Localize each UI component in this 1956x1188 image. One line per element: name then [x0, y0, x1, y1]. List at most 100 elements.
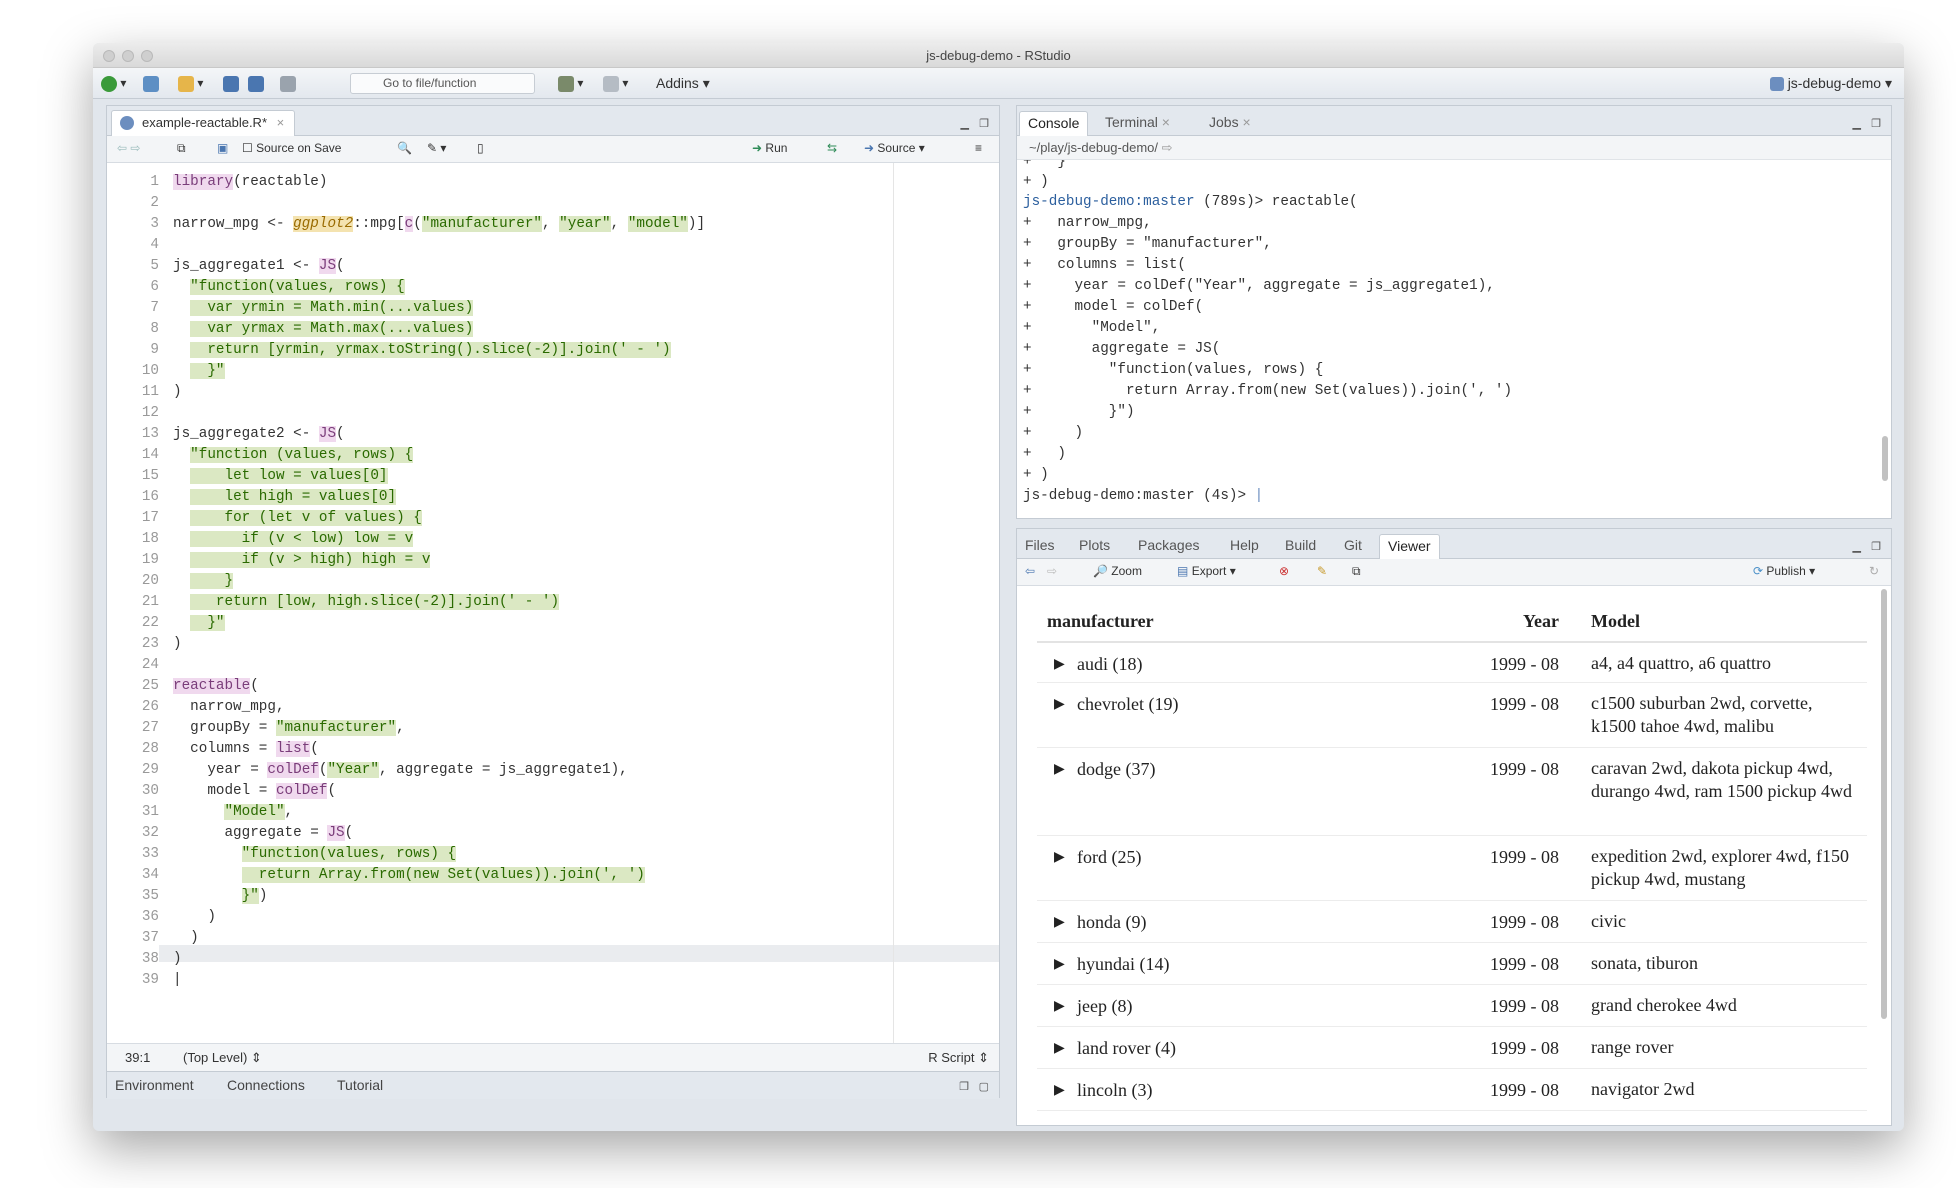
- export-button[interactable]: ▤ Export ▾: [1177, 563, 1236, 580]
- zoom-window-button[interactable]: [141, 50, 153, 62]
- expand-arrow-icon[interactable]: ▶: [1054, 956, 1065, 974]
- new-file-icon[interactable]: ▾: [101, 75, 126, 92]
- tab-git[interactable]: Git: [1336, 534, 1370, 559]
- tab-jobs[interactable]: Jobs ×: [1201, 111, 1259, 136]
- expand-arrow-icon[interactable]: ▶: [1054, 998, 1065, 1016]
- maximize-console-icon[interactable]: ❐: [1871, 117, 1881, 130]
- table-row[interactable]: ▶ lincoln (3) 1999 - 08 navigator 2wd: [1037, 1069, 1867, 1111]
- print-margin: [893, 163, 894, 1043]
- tab-console[interactable]: Console: [1019, 111, 1089, 136]
- tab-plots[interactable]: Plots: [1071, 534, 1118, 559]
- console-scrollbar[interactable]: [1882, 436, 1888, 481]
- editor-toolbar: ⇦ ⇨ ⧉ ▣ ☐ Source on Save 🔍 ✎ ▾ ▯ ➜ Run ⇆…: [107, 136, 999, 163]
- new-project-icon[interactable]: [143, 75, 159, 92]
- forward-icon[interactable]: ⇨: [1047, 563, 1057, 580]
- table-row[interactable]: ▶ hyundai (14) 1999 - 08 sonata, tiburon: [1037, 943, 1867, 985]
- back-icon[interactable]: ⇦: [1025, 563, 1035, 580]
- layout-icon[interactable]: ▾: [603, 75, 628, 92]
- expand-arrow-icon[interactable]: ▶: [1054, 656, 1065, 674]
- expand-arrow-icon[interactable]: ▶: [1054, 761, 1065, 779]
- window-title: js-debug-demo - RStudio: [926, 48, 1071, 63]
- minimize-viewer-icon[interactable]: ▁: [1853, 540, 1861, 553]
- viewer-toolbar: ⇦ ⇨ 🔎 Zoom ▤ Export ▾ ⊗ ✎ ⧉ ⟳ Publish ▾ …: [1017, 559, 1891, 586]
- table-row[interactable]: ▶ dodge (37) 1999 - 08 caravan 2wd, dako…: [1037, 748, 1867, 836]
- print-icon[interactable]: [280, 75, 296, 92]
- rerun-icon[interactable]: ⇆: [827, 140, 837, 157]
- refresh-icon[interactable]: ↻: [1869, 563, 1879, 580]
- header-model[interactable]: Model: [1591, 611, 1640, 632]
- source-button[interactable]: ➜ Source ▾: [864, 140, 925, 157]
- tab-viewer[interactable]: Viewer: [1379, 534, 1440, 559]
- cursor-position: 39:1: [125, 1050, 151, 1065]
- header-manufacturer[interactable]: manufacturer: [1047, 611, 1154, 632]
- publish-button[interactable]: ⟳ Publish ▾: [1753, 563, 1815, 580]
- minimize-pane-icon[interactable]: ▁: [961, 117, 969, 130]
- close-window-button[interactable]: [103, 50, 115, 62]
- minimize-window-button[interactable]: [122, 50, 134, 62]
- broom-icon[interactable]: ✎: [1317, 563, 1327, 580]
- expand-arrow-icon[interactable]: ▶: [1054, 1082, 1065, 1100]
- code-editor[interactable]: 1 library(reactable) 2 3 narrow_mpg <- ggp…: [107, 163, 999, 1043]
- save-file-icon[interactable]: ▣: [217, 140, 228, 157]
- tab-environment[interactable]: Environment: [115, 1072, 194, 1099]
- expand-arrow-icon[interactable]: ▶: [1054, 1040, 1065, 1058]
- addins-menu[interactable]: Addins ▾: [656, 75, 710, 92]
- go-to-file-input[interactable]: Go to file/function: [350, 73, 535, 94]
- expand-arrow-icon[interactable]: ▶: [1054, 849, 1065, 867]
- outline-icon[interactable]: ≡: [975, 140, 982, 157]
- reactable-table: manufacturer Year Model ▶ audi (18) 1999…: [1037, 586, 1867, 1127]
- console-tabs: Console Terminal × Jobs × ▁ ❐: [1017, 106, 1891, 136]
- search-icon[interactable]: 🔍: [397, 140, 412, 157]
- table-row[interactable]: ▶ honda (9) 1999 - 08 civic: [1037, 901, 1867, 943]
- tab-help[interactable]: Help: [1222, 534, 1267, 559]
- table-row[interactable]: ▶ audi (18) 1999 - 08 a4, a4 quattro, a6…: [1037, 643, 1867, 683]
- vcs-icon[interactable]: ▾: [558, 75, 583, 92]
- source-on-save-checkbox[interactable]: ☐ Source on Save: [242, 140, 341, 157]
- console-output[interactable]: + } + ) js-debug-demo:master (789s)> rea…: [1023, 160, 1883, 512]
- save-icon[interactable]: [223, 75, 239, 92]
- viewer-scrollbar[interactable]: [1881, 589, 1887, 1019]
- expand-arrow-icon[interactable]: ▶: [1054, 914, 1065, 932]
- tab-connections[interactable]: Connections: [227, 1072, 305, 1099]
- minimize-console-icon[interactable]: ▁: [1853, 117, 1861, 130]
- zoom-icon: 🔎: [1093, 564, 1108, 578]
- tab-files[interactable]: Files: [1017, 534, 1063, 559]
- tab-terminal[interactable]: Terminal ×: [1097, 111, 1178, 136]
- open-file-icon[interactable]: ▾: [178, 75, 203, 92]
- file-type-menu[interactable]: R Script ⇕: [928, 1044, 989, 1071]
- zoom-button[interactable]: 🔎 Zoom: [1093, 563, 1142, 580]
- maximize-viewer-icon[interactable]: ❐: [1871, 540, 1881, 553]
- table-row[interactable]: ▶ land rover (4) 1999 - 08 range rover: [1037, 1027, 1867, 1069]
- tab-tutorial[interactable]: Tutorial: [337, 1072, 383, 1099]
- maximize-pane-icon[interactable]: ❐: [979, 117, 989, 130]
- compile-report-icon[interactable]: ▯: [477, 140, 484, 157]
- scope-menu[interactable]: (Top Level) ⇕: [183, 1044, 262, 1071]
- header-year[interactable]: Year: [1471, 611, 1559, 632]
- viewer-pane: Files Plots Packages Help Build Git View…: [1016, 528, 1892, 1126]
- title-bar: js-debug-demo - RStudio: [93, 43, 1904, 68]
- viewer-tabs: Files Plots Packages Help Build Git View…: [1017, 529, 1891, 559]
- tab-example-reactable[interactable]: example-reactable.R* ×: [111, 110, 296, 136]
- close-tab-icon[interactable]: ×: [277, 115, 285, 130]
- table-row[interactable]: ▶ chevrolet (19) 1999 - 08 c1500 suburba…: [1037, 683, 1867, 748]
- restore-pane-icon[interactable]: ❐: [959, 1074, 969, 1101]
- working-directory[interactable]: ~/play/js-debug-demo/ ⇨: [1017, 136, 1891, 160]
- project-menu[interactable]: js-debug-demo ▾: [1769, 75, 1892, 92]
- editor-tabs: example-reactable.R* × ▁ ❐: [107, 106, 999, 136]
- maximize-env-pane-icon[interactable]: ▢: [979, 1074, 989, 1101]
- tab-packages[interactable]: Packages: [1130, 534, 1207, 559]
- r-file-icon: [120, 116, 134, 130]
- show-in-window-icon[interactable]: ⧉: [177, 140, 186, 157]
- back-arrow-icon[interactable]: ⇦ ⇨: [117, 140, 140, 157]
- code-tools-icon[interactable]: ✎ ▾: [427, 140, 446, 157]
- environment-pane-tabs: Environment Connections Tutorial ❐ ▢: [107, 1071, 999, 1099]
- tab-build[interactable]: Build: [1277, 534, 1324, 559]
- popout-icon[interactable]: ⧉: [1352, 563, 1361, 580]
- clear-viewer-icon[interactable]: ⊗: [1279, 563, 1289, 580]
- run-button[interactable]: ➜ Run: [752, 140, 787, 157]
- table-row[interactable]: ▶ jeep (8) 1999 - 08 grand cherokee 4wd: [1037, 985, 1867, 1027]
- expand-arrow-icon[interactable]: ▶: [1054, 696, 1065, 714]
- save-all-icon[interactable]: [248, 75, 264, 92]
- editor-status-bar: 39:1 (Top Level) ⇕ R Script ⇕: [107, 1043, 999, 1071]
- table-row[interactable]: ▶ ford (25) 1999 - 08 expedition 2wd, ex…: [1037, 836, 1867, 901]
